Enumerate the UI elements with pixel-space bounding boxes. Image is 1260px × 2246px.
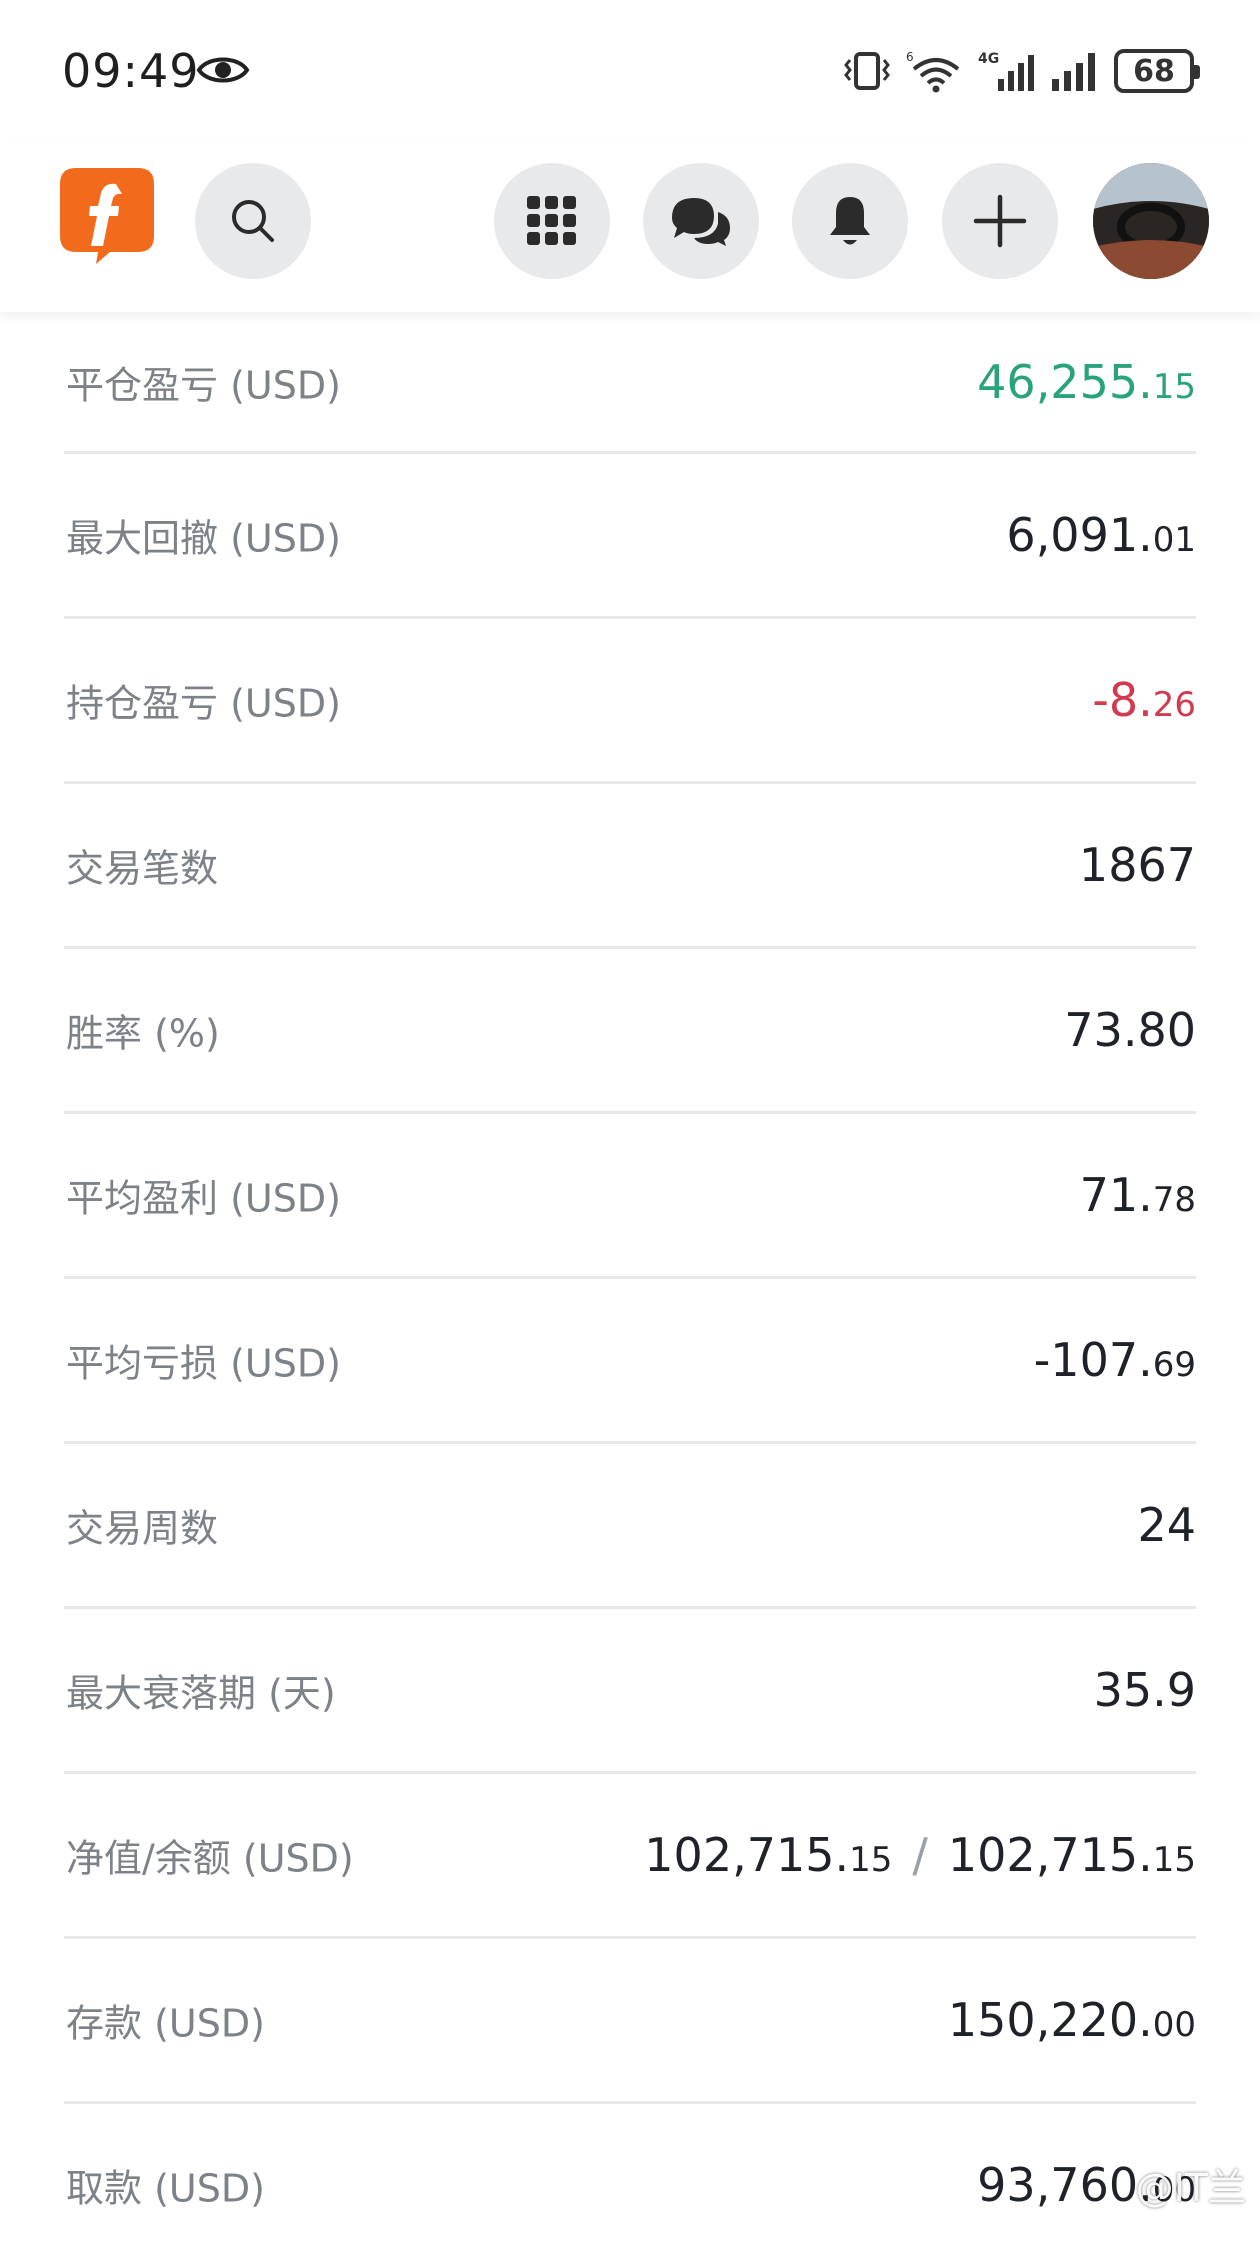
stat-label: 平均亏损 (USD): [66, 1341, 341, 1386]
stat-value: 150,220.00: [947, 1993, 1196, 2047]
stat-row-avg-profit: 平均盈利 (USD) 71.78: [64, 1114, 1196, 1279]
stat-row-avg-loss: 平均亏损 (USD) -107.69: [64, 1279, 1196, 1444]
stat-row-trade-count: 交易笔数 1867: [64, 784, 1196, 949]
stat-row-win-rate: 胜率 (%) 73.80: [64, 949, 1196, 1114]
svg-text:4G: 4G: [978, 51, 999, 67]
stat-row-open-pnl: 持仓盈亏 (USD) -8.26: [64, 619, 1196, 784]
stat-value: 6,091.01: [1006, 508, 1196, 562]
stat-row-deposits: 存款 (USD) 150,220.00: [64, 1939, 1196, 2104]
stat-label: 平均盈利 (USD): [66, 1176, 341, 1221]
stat-label: 存款 (USD): [66, 2001, 265, 2046]
stat-label: 胜率 (%): [66, 1011, 220, 1056]
stat-row-withdrawals: 取款 (USD) 93,760.00: [64, 2104, 1196, 2246]
apps-grid-icon: [527, 196, 576, 245]
svg-text:6: 6: [906, 50, 914, 64]
stat-value: 35.9: [1093, 1663, 1196, 1717]
stat-row-closed-pnl: 平仓盈亏 (USD) 46,255.15: [64, 312, 1196, 454]
status-bar: 09:49 6 4G 68: [0, 0, 1260, 140]
stat-value: 71.78: [1079, 1168, 1196, 1222]
stat-row-max-decline-period: 最大衰落期 (天) 35.9: [64, 1609, 1196, 1774]
user-avatar[interactable]: [1093, 163, 1209, 279]
stat-label: 交易笔数: [66, 846, 219, 891]
stat-value: 73.80: [1064, 1003, 1196, 1057]
stat-label: 最大衰落期 (天): [66, 1671, 336, 1716]
status-icons: 6 4G 68: [842, 46, 1200, 96]
search-icon: [232, 200, 274, 242]
signal-icon: [1052, 53, 1095, 91]
notifications-button[interactable]: [792, 163, 908, 279]
stat-label: 最大回撤 (USD): [66, 516, 341, 561]
stat-value: -8.26: [1092, 673, 1196, 727]
stat-label: 交易周数: [66, 1506, 219, 1551]
battery-icon: 68: [1114, 49, 1200, 93]
value-separator: /: [912, 1828, 928, 1882]
chat-button[interactable]: [643, 163, 759, 279]
stat-row-max-drawdown: 最大回撤 (USD) 6,091.01: [64, 454, 1196, 619]
apps-button[interactable]: [494, 163, 610, 279]
signal-4g-icon: 4G: [978, 51, 1034, 91]
stat-value: 24: [1137, 1498, 1196, 1552]
app-header: [0, 140, 1260, 312]
wifi-6-icon: 6: [906, 50, 960, 93]
stat-label: 平仓盈亏 (USD): [66, 363, 341, 407]
stat-row-equity-balance: 净值/余额 (USD) 102,715.15/102,715.15: [64, 1774, 1196, 1939]
stats-list: 平仓盈亏 (USD) 46,255.15 最大回撤 (USD) 6,091.01…: [0, 312, 1260, 2246]
battery-level: 68: [1133, 53, 1175, 89]
add-button[interactable]: [942, 163, 1058, 279]
stat-value: -107.69: [1033, 1333, 1196, 1387]
stat-label: 取款 (USD): [66, 2166, 265, 2211]
status-time: 09:49: [62, 44, 200, 98]
stat-value: 1867: [1078, 838, 1196, 892]
stat-row-trading-weeks: 交易周数 24: [64, 1444, 1196, 1609]
eye-icon: [196, 57, 250, 83]
stat-value: 46,255.15: [977, 354, 1196, 409]
stat-label: 净值/余额 (USD): [66, 1836, 354, 1881]
stat-label: 持仓盈亏 (USD): [66, 681, 341, 726]
avatar-image: [1093, 163, 1209, 279]
vibrate-icon: [844, 52, 890, 90]
chat-icon: [672, 198, 730, 246]
bell-icon: [830, 197, 870, 245]
search-button[interactable]: [195, 163, 311, 279]
watermark: @IT兰: [1135, 2166, 1246, 2210]
plus-icon: [973, 194, 1027, 248]
app-logo[interactable]: [58, 166, 156, 264]
stat-value: 102,715.15/102,715.15: [644, 1828, 1196, 1882]
